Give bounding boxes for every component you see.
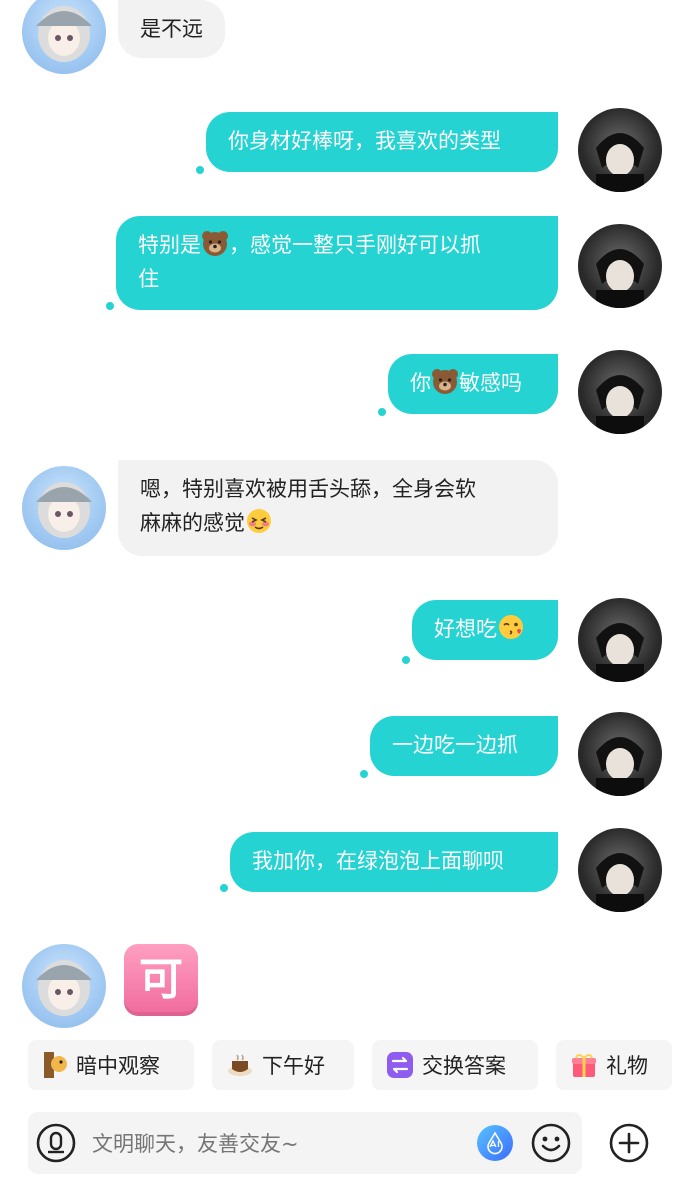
message-text: 嗯，特别喜欢被用舌头舔，全身会软 — [140, 477, 476, 501]
more-options-button[interactable] — [608, 1122, 650, 1164]
blushing-face-emoji-icon — [247, 509, 271, 533]
quick-action-gift[interactable]: 礼物 — [556, 1040, 672, 1090]
message-text: 是不远 — [140, 17, 203, 41]
voice-icon — [36, 1123, 76, 1163]
read-dot — [196, 166, 204, 174]
emoji-button[interactable] — [530, 1122, 572, 1164]
message-text: 你身材好棒呀，我喜欢的类型 — [228, 129, 501, 153]
read-dot — [360, 770, 368, 778]
boy-avatar-icon — [596, 623, 644, 682]
message-bubble[interactable]: 嗯，特别喜欢被用舌头舔，全身会软 麻麻的感觉 — [118, 460, 558, 556]
message-text: 麻麻的感觉 — [140, 511, 245, 535]
message-bubble[interactable]: 一边吃一边抓 — [370, 716, 558, 776]
message-text: 一边吃一边抓 — [392, 733, 518, 757]
my-avatar[interactable] — [578, 350, 662, 434]
ai-icon — [477, 1125, 513, 1161]
read-dot — [106, 302, 114, 310]
message-text: 你 — [410, 371, 431, 395]
ai-assistant-button[interactable] — [474, 1122, 516, 1164]
message-bubble[interactable]: 你 敏感吗 — [388, 354, 558, 414]
contact-avatar[interactable] — [22, 0, 106, 74]
message-text: 好想吃 — [434, 617, 497, 641]
my-avatar[interactable] — [578, 224, 662, 308]
plus-icon — [609, 1123, 649, 1163]
message-bubble[interactable]: 特别是 ，感觉一整只手刚好可以抓 住 — [116, 216, 558, 310]
my-avatar[interactable] — [578, 828, 662, 912]
quick-action-peek[interactable]: 暗中观察 — [28, 1040, 194, 1090]
contact-avatar[interactable] — [22, 944, 106, 1028]
quick-action-label: 礼物 — [606, 1054, 648, 1078]
boy-avatar-icon — [596, 737, 644, 796]
sticker-message[interactable]: 可 — [124, 944, 198, 1016]
message-text: 敏感吗 — [459, 371, 522, 395]
read-dot — [220, 884, 228, 892]
bear-emoji-icon — [432, 369, 458, 394]
quick-action-label: 下午好 — [262, 1054, 325, 1078]
quick-action-label: 交换答案 — [422, 1054, 506, 1078]
read-dot — [378, 408, 386, 416]
quick-action-exchange-answers[interactable]: 交换答案 — [372, 1040, 538, 1090]
peek-dog-icon — [44, 1052, 67, 1078]
girl-avatar-icon — [36, 6, 92, 62]
my-avatar[interactable] — [578, 108, 662, 192]
my-avatar[interactable] — [578, 598, 662, 682]
message-input[interactable] — [90, 1124, 474, 1164]
sticker-text: 可 — [139, 954, 183, 1005]
message-composer — [28, 1112, 582, 1174]
read-dot — [402, 656, 410, 664]
boy-avatar-icon — [596, 853, 644, 912]
gift-icon — [572, 1054, 596, 1077]
quick-action-good-afternoon[interactable]: 下午好 — [212, 1040, 354, 1090]
kissing-face-emoji-icon — [499, 615, 523, 639]
smiley-icon — [531, 1123, 571, 1163]
message-text: ，感觉一整只手刚好可以抓 — [229, 233, 481, 257]
message-bubble[interactable]: 你身材好棒呀，我喜欢的类型 — [206, 112, 558, 172]
boy-avatar-icon — [596, 133, 644, 192]
contact-avatar[interactable] — [22, 466, 106, 550]
girl-avatar-icon — [36, 960, 92, 1016]
message-bubble[interactable]: 好想吃 — [412, 600, 558, 660]
message-bubble[interactable]: 是不远 — [118, 0, 225, 58]
exchange-icon — [387, 1052, 413, 1078]
girl-avatar-icon — [36, 482, 92, 538]
message-bubble[interactable]: 我加你，在绿泡泡上面聊呗 — [230, 832, 558, 892]
message-text: 特别是 — [138, 233, 201, 257]
message-text: 住 — [138, 267, 159, 291]
coffee-icon — [228, 1054, 252, 1076]
boy-avatar-icon — [596, 249, 644, 308]
voice-button[interactable] — [36, 1123, 76, 1163]
boy-avatar-icon — [596, 375, 644, 434]
message-text: 我加你，在绿泡泡上面聊呗 — [252, 849, 504, 873]
quick-action-label: 暗中观察 — [76, 1054, 160, 1078]
bear-emoji-icon — [202, 231, 228, 256]
my-avatar[interactable] — [578, 712, 662, 796]
